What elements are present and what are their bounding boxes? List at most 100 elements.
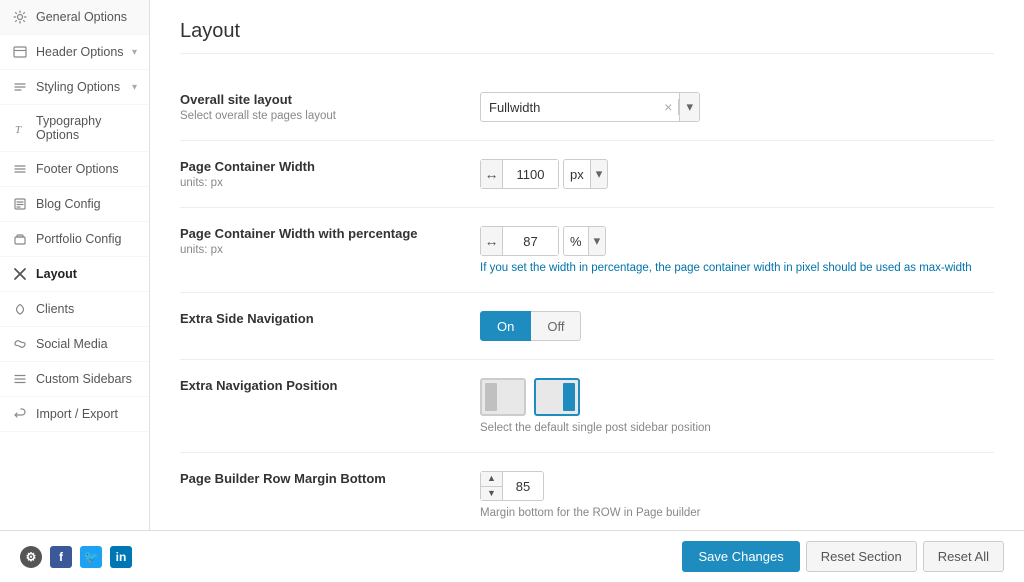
chevron-down-icon[interactable]: ▾: [590, 160, 608, 188]
footer-bar: ⚙ f 🐦 in Save Changes Reset Section Rese…: [0, 530, 1024, 582]
svg-text:T: T: [15, 124, 22, 135]
nav-pos-right-indicator: [563, 383, 575, 411]
chevron-down-icon: ▾: [132, 47, 137, 58]
sidebar: General OptionsHeader Options▾Styling Op…: [0, 0, 150, 530]
sidebar-item-label-styling: Styling Options: [36, 80, 124, 94]
sidebar-item-social[interactable]: Social Media: [0, 327, 149, 362]
sidebar-item-portfolio[interactable]: Portfolio Config: [0, 222, 149, 257]
sidebar-item-label-footer: Footer Options: [36, 162, 137, 176]
unit-select[interactable]: % ▾: [563, 226, 606, 256]
nav-pos-left[interactable]: [480, 378, 526, 416]
spin-left-btn[interactable]: ↔: [481, 227, 503, 255]
sidebar-item-footer[interactable]: Footer Options: [0, 152, 149, 187]
gear-icon: [12, 9, 28, 25]
number-unit-group: ↔ % ▾: [480, 226, 994, 256]
section-label-overall-layout: Overall site layout: [180, 92, 460, 107]
chevron-down-icon: ▾: [132, 82, 137, 93]
header-icon: [12, 44, 28, 60]
portfolio-icon: [12, 231, 28, 247]
main-content: Layout Overall site layoutSelect overall…: [150, 0, 1024, 530]
toggle-off-button[interactable]: Off: [531, 311, 581, 341]
unit-value: px: [564, 167, 590, 182]
number-input[interactable]: [503, 160, 558, 188]
sidebar-item-import[interactable]: Import / Export: [0, 397, 149, 432]
section-hint-extra-nav-position: Select the default single post sidebar p…: [480, 422, 994, 434]
chevron-down-icon[interactable]: ▾: [588, 227, 606, 255]
facebook-icon[interactable]: f: [50, 546, 72, 568]
reset-all-button[interactable]: Reset All: [923, 541, 1004, 572]
sidebar-item-label-clients: Clients: [36, 302, 137, 316]
unit-select[interactable]: px ▾: [563, 159, 608, 189]
toggle-group: On Off: [480, 311, 994, 341]
number-input[interactable]: [503, 227, 558, 255]
sidebar-item-label-social: Social Media: [36, 337, 137, 351]
twitter-icon[interactable]: 🐦: [80, 546, 102, 568]
section-row-container-width: Page Container Width units: px ↔ px ▾: [180, 141, 994, 208]
sidebar-item-label-portfolio: Portfolio Config: [36, 232, 137, 246]
sidebar-item-label-import: Import / Export: [36, 407, 137, 421]
section-label-container-width-pct: Page Container Width with percentage: [180, 226, 460, 241]
sidebar-item-label-layout: Layout: [36, 267, 137, 281]
styling-icon: [12, 79, 28, 95]
number-input-wrap: ↔: [480, 159, 559, 189]
sidebar-item-label-blog: Blog Config: [36, 197, 137, 211]
select-clear-icon[interactable]: ×: [658, 99, 679, 115]
section-label-extra-nav-position: Extra Navigation Position: [180, 378, 460, 393]
section-label-row-margin: Page Builder Row Margin Bottom: [180, 471, 460, 486]
section-hint-row-margin: Margin bottom for the ROW in Page builde…: [480, 507, 994, 519]
section-row-extra-side-nav: Extra Side Navigation On Off: [180, 293, 994, 360]
number-unit-group: ↔ px ▾: [480, 159, 994, 189]
sidebar-item-blog[interactable]: Blog Config: [0, 187, 149, 222]
section-row-extra-nav-position: Extra Navigation Position Select the def…: [180, 360, 994, 453]
number-input-wrap: ↔: [480, 226, 559, 256]
sidebar-item-header[interactable]: Header Options ▾: [0, 35, 149, 70]
spinner-value: 85: [503, 479, 543, 494]
footer-icons: ⚙ f 🐦 in: [20, 546, 674, 568]
section-label-container-width: Page Container Width: [180, 159, 460, 174]
sidebar-item-label-general: General Options: [36, 10, 137, 24]
reset-section-button[interactable]: Reset Section: [806, 541, 917, 572]
toggle-on-button[interactable]: On: [480, 311, 531, 341]
overall-layout-select[interactable]: Fullwidth × ▾: [480, 92, 700, 122]
sidebar-item-sidebars[interactable]: Custom Sidebars: [0, 362, 149, 397]
layout-icon: [12, 266, 28, 282]
sidebar-item-general[interactable]: General Options: [0, 0, 149, 35]
sidebar-item-label-sidebars: Custom Sidebars: [36, 372, 137, 386]
sidebar-item-styling[interactable]: Styling Options ▾: [0, 70, 149, 105]
section-desc-container-width: units: px: [180, 177, 460, 189]
sidebar-item-clients[interactable]: Clients: [0, 292, 149, 327]
dropdown-wrapper: Fullwidth × ▾: [480, 92, 994, 122]
import-icon: [12, 406, 28, 422]
section-hint-container-width-pct: If you set the width in percentage, the …: [480, 262, 994, 274]
select-value: Fullwidth: [481, 100, 658, 115]
typography-icon: T: [12, 120, 28, 136]
sidebars-icon: [12, 371, 28, 387]
unit-value: %: [564, 234, 588, 249]
section-label-extra-side-nav: Extra Side Navigation: [180, 311, 460, 326]
spin-buttons: ▲ ▼: [481, 472, 503, 500]
page-title: Layout: [180, 20, 994, 54]
nav-position-group: [480, 378, 994, 416]
save-button[interactable]: Save Changes: [682, 541, 799, 572]
spin-down-btn[interactable]: ▼: [481, 487, 502, 501]
sidebar-item-label-typography: Typography Options: [36, 114, 137, 142]
social-icon: [12, 336, 28, 352]
sidebar-item-typography[interactable]: T Typography Options: [0, 105, 149, 152]
chevron-down-icon[interactable]: ▾: [679, 93, 699, 121]
spin-up-btn[interactable]: ▲: [481, 472, 502, 487]
sidebar-item-layout[interactable]: Layout: [0, 257, 149, 292]
sidebar-item-label-header: Header Options: [36, 45, 124, 59]
nav-pos-right[interactable]: [534, 378, 580, 416]
settings-icon[interactable]: ⚙: [20, 546, 42, 568]
blog-icon: [12, 196, 28, 212]
nav-pos-left-indicator: [485, 383, 497, 411]
section-row-overall-layout: Overall site layoutSelect overall ste pa…: [180, 74, 994, 141]
clients-icon: [12, 301, 28, 317]
footer-icon: [12, 161, 28, 177]
linkedin-icon[interactable]: in: [110, 546, 132, 568]
spin-left-btn[interactable]: ↔: [481, 160, 503, 188]
spinner-group: ▲ ▼ 85: [480, 471, 994, 501]
spin-input-wrap: ▲ ▼ 85: [480, 471, 544, 501]
section-row-container-width-pct: Page Container Width with percentageunit…: [180, 208, 994, 293]
section-row-row-margin: Page Builder Row Margin Bottom ▲ ▼ 85 Ma…: [180, 453, 994, 530]
